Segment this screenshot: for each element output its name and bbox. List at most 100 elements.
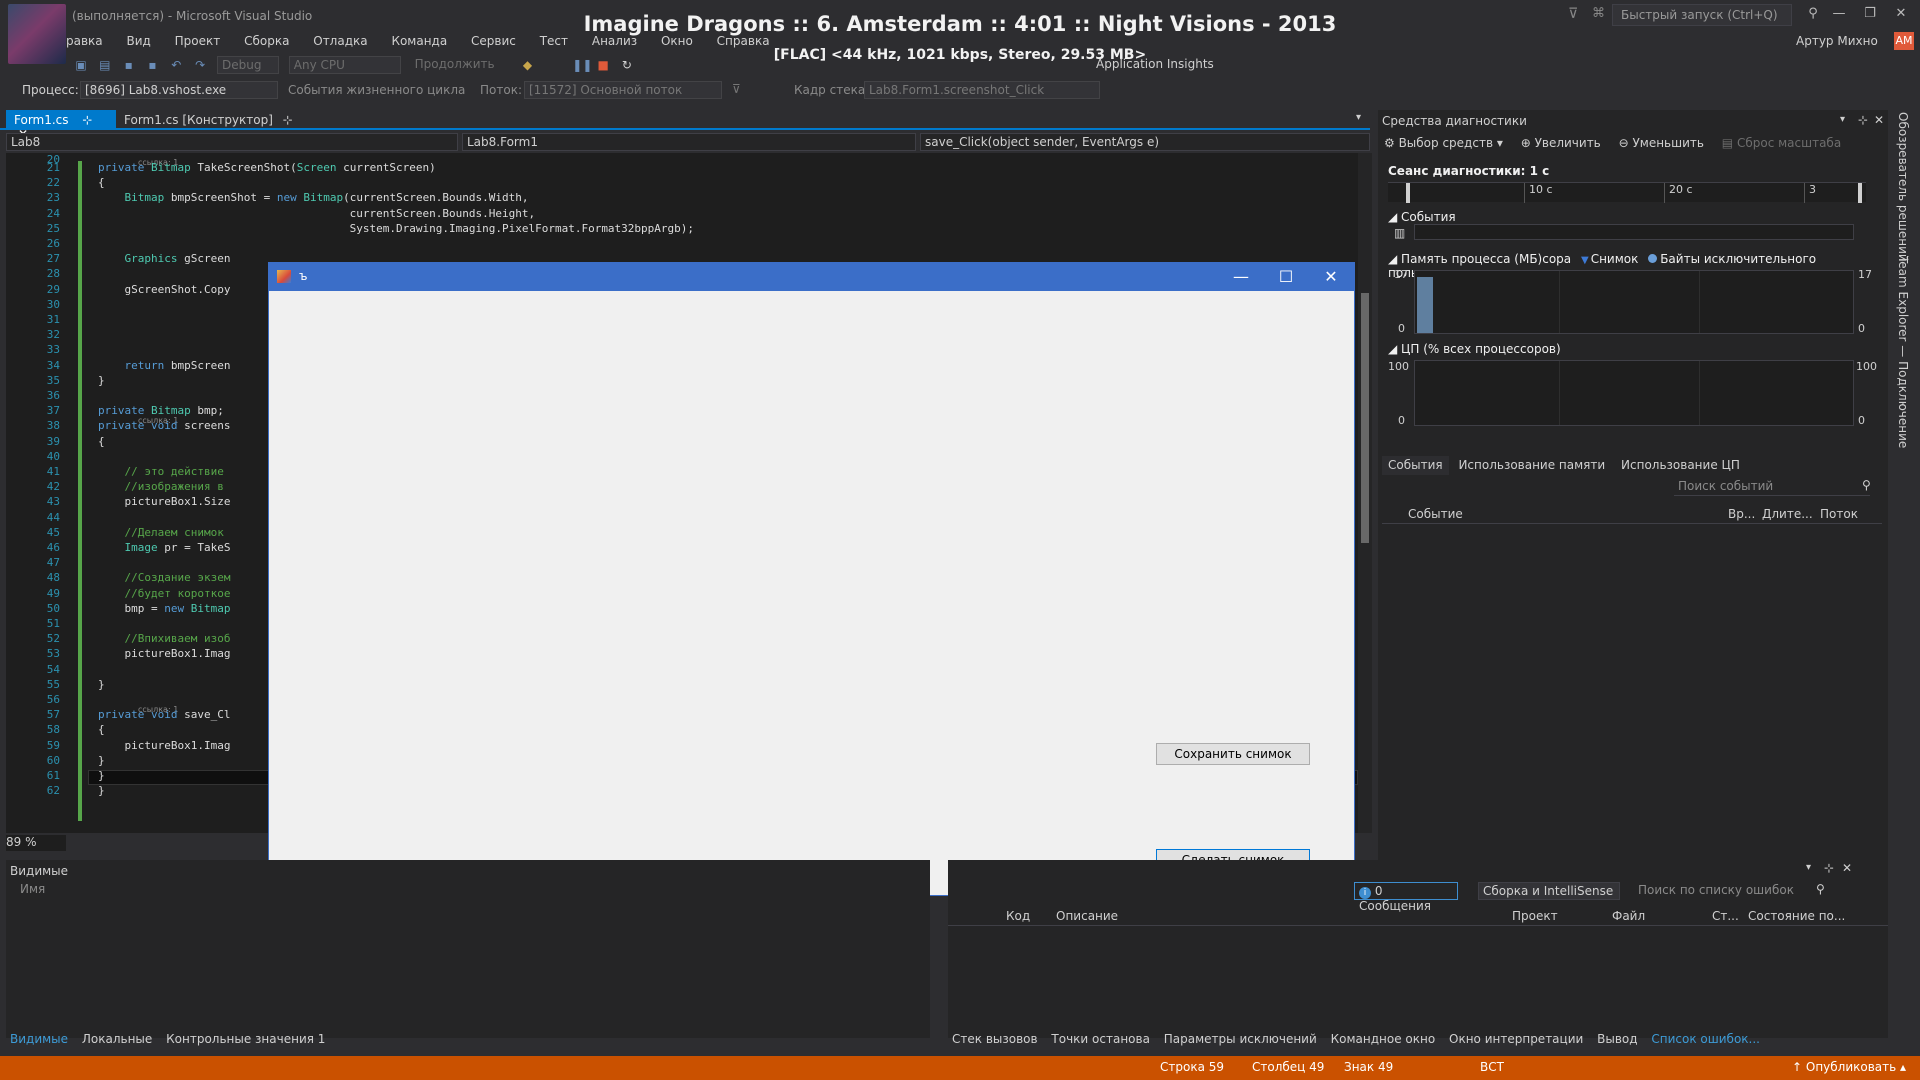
code-line[interactable]: currentScreen.Bounds.Height, (98, 207, 535, 220)
column-time[interactable]: Вр... (1728, 507, 1755, 521)
timeline-start-handle[interactable] (1406, 183, 1410, 203)
restart-icon[interactable]: ↻ (620, 58, 634, 72)
solution-explorer-tab[interactable]: Обозреватель решений (1896, 112, 1910, 262)
memory-graph[interactable] (1414, 270, 1854, 334)
code-line[interactable]: } (98, 784, 105, 797)
menu-analyze[interactable]: Анализ (592, 34, 637, 48)
stop-icon[interactable]: ■ (596, 58, 610, 72)
code-line[interactable]: { (98, 435, 105, 448)
tab-command-window[interactable]: Командное окно (1331, 1032, 1436, 1046)
zoom-level-dropdown[interactable]: 89 % (6, 835, 66, 851)
menu-build[interactable]: Сборка (244, 34, 289, 48)
panel-menu-icon[interactable]: ▾ (1806, 862, 1811, 873)
filter-threads-icon[interactable]: ⊽ (732, 82, 741, 96)
menu-tools[interactable]: Сервис (471, 34, 516, 48)
tab-error-list[interactable]: Список ошибок... (1651, 1032, 1760, 1046)
team-explorer-tab[interactable]: Team Explorer — Подключение (1896, 256, 1910, 448)
timeline-end-handle[interactable] (1858, 183, 1862, 203)
pin-icon[interactable]: ⊹ (283, 113, 293, 127)
code-line[interactable]: { (98, 176, 105, 189)
tab-breakpoints[interactable]: Точки останова (1051, 1032, 1150, 1046)
application-insights-button[interactable]: Application Insights (1096, 57, 1214, 71)
code-line[interactable]: Bitmap bmpScreenShot = new Bitmap(curren… (98, 191, 529, 204)
tab-autos[interactable]: Видимые (10, 1032, 68, 1046)
events-section-title[interactable]: ◢ События (1388, 210, 1456, 224)
tab-immediate-window[interactable]: Окно интерпретации (1449, 1032, 1583, 1046)
menu-help[interactable]: Справка (717, 34, 770, 48)
stack-frame-dropdown[interactable]: Lab8.Form1.screenshot_Click (864, 81, 1100, 99)
menu-project[interactable]: Проект (175, 34, 221, 48)
tab-events[interactable]: События (1382, 456, 1449, 475)
publish-button[interactable]: ↑ Опубликовать ▴ (1792, 1060, 1906, 1074)
code-line[interactable]: //изображения в (98, 480, 223, 493)
code-line[interactable]: return bmpScreen (98, 359, 231, 372)
project-dropdown[interactable]: Lab8 (6, 133, 458, 151)
new-project-icon[interactable]: ▣ (74, 58, 88, 72)
search-icon[interactable]: ⚲ (1816, 882, 1825, 896)
undo-icon[interactable]: ↶ (169, 58, 183, 72)
code-line[interactable]: private Bitmap TakeScreenShot(Screen cur… (98, 161, 436, 174)
code-line[interactable]: Image pr = TakeS (98, 541, 231, 554)
member-dropdown[interactable]: save_Click(object sender, EventArgs e) (920, 133, 1370, 151)
tab-exception-settings[interactable]: Параметры исключений (1164, 1032, 1317, 1046)
code-line[interactable]: private void screens (98, 419, 230, 432)
code-line[interactable]: Graphics gScreen (98, 252, 231, 265)
code-line[interactable]: { (98, 723, 105, 736)
code-line[interactable]: bmp = new Bitmap (98, 602, 230, 615)
select-tools-button[interactable]: ⚙ Выбор средств ▾ (1384, 136, 1503, 150)
code-line[interactable]: //Делаем снимок (98, 526, 223, 539)
messages-filter-button[interactable]: i 0 Сообщения (1354, 882, 1458, 913)
column-project[interactable]: Проект (1512, 909, 1558, 923)
column-event[interactable]: Событие (1408, 507, 1463, 521)
column-description[interactable]: Описание (1056, 909, 1118, 923)
code-line[interactable]: } (98, 754, 105, 767)
menu-debug[interactable]: Отладка (313, 34, 367, 48)
tab-watch-1[interactable]: Контрольные значения 1 (166, 1032, 325, 1046)
continue-button[interactable]: Продолжить (411, 56, 511, 74)
zoom-in-button[interactable]: ⊕ Увеличить (1521, 136, 1601, 150)
close-icon[interactable]: ✕ (1874, 113, 1884, 127)
pause-icon[interactable]: ▥ (1394, 226, 1405, 240)
column-file[interactable]: Файл (1612, 909, 1645, 923)
form-close-button[interactable]: ✕ (1311, 267, 1351, 286)
code-line[interactable]: pictureBox1.Imag (98, 739, 230, 752)
tab-memory-usage[interactable]: Использование памяти (1452, 456, 1611, 474)
save-icon[interactable]: ▪ (122, 58, 136, 72)
editor-scroll-thumb[interactable] (1361, 293, 1369, 543)
code-line[interactable]: // это действие (98, 465, 223, 478)
code-line[interactable]: System.Drawing.Imaging.PixelFormat.Forma… (98, 222, 694, 235)
code-line[interactable]: } (98, 769, 105, 782)
zoom-out-button[interactable]: ⊖ Уменьшить (1619, 136, 1704, 150)
error-search-input[interactable]: Поиск по списку ошибок (1634, 882, 1818, 900)
build-source-dropdown[interactable]: Сборка и IntelliSense (1478, 882, 1620, 900)
panel-menu-icon[interactable]: ▾ (1840, 114, 1845, 125)
tab-form1-cs[interactable]: Form1.cs ⊹ ✕ (6, 110, 116, 141)
code-line[interactable]: //будет короткое (98, 587, 230, 600)
class-dropdown[interactable]: Lab8.Form1 (462, 133, 916, 151)
column-thread[interactable]: Поток (1820, 507, 1858, 521)
column-code[interactable]: Код (1006, 909, 1030, 923)
form-title-bar[interactable]: ъ — ☐ ✕ (269, 263, 1354, 291)
running-form-window[interactable]: ъ — ☐ ✕ Сохранить снимок Сделать снимок (268, 262, 1355, 896)
menu-view[interactable]: Вид (126, 34, 150, 48)
code-line[interactable]: pictureBox1.Size (98, 495, 230, 508)
cpu-graph[interactable] (1414, 360, 1854, 426)
save-all-icon[interactable]: ▪ (145, 58, 159, 72)
form-maximize-button[interactable]: ☐ (1266, 267, 1306, 286)
code-line[interactable]: //Создание экзем (98, 571, 230, 584)
tab-output[interactable]: Вывод (1597, 1032, 1637, 1046)
avatar[interactable]: АМ (1894, 32, 1914, 50)
search-icon[interactable]: ⚲ (1862, 478, 1871, 492)
browser-icon[interactable]: ◆ (520, 58, 534, 72)
tab-cpu-usage[interactable]: Использование ЦП (1615, 456, 1746, 474)
column-line[interactable]: Ст... (1712, 909, 1739, 923)
cpu-section-title[interactable]: ◢ ЦП (% всех процессоров) (1388, 342, 1561, 356)
tab-locals[interactable]: Локальные (82, 1032, 152, 1046)
code-line[interactable]: } (98, 678, 105, 691)
column-duration[interactable]: Длите... (1762, 507, 1813, 521)
redo-icon[interactable]: ↷ (193, 58, 207, 72)
menu-team[interactable]: Команда (391, 34, 447, 48)
open-file-icon[interactable]: ▤ (98, 58, 112, 72)
code-line[interactable]: //Впихиваем изоб (98, 632, 230, 645)
code-line[interactable]: pictureBox1.Imag (98, 647, 230, 660)
